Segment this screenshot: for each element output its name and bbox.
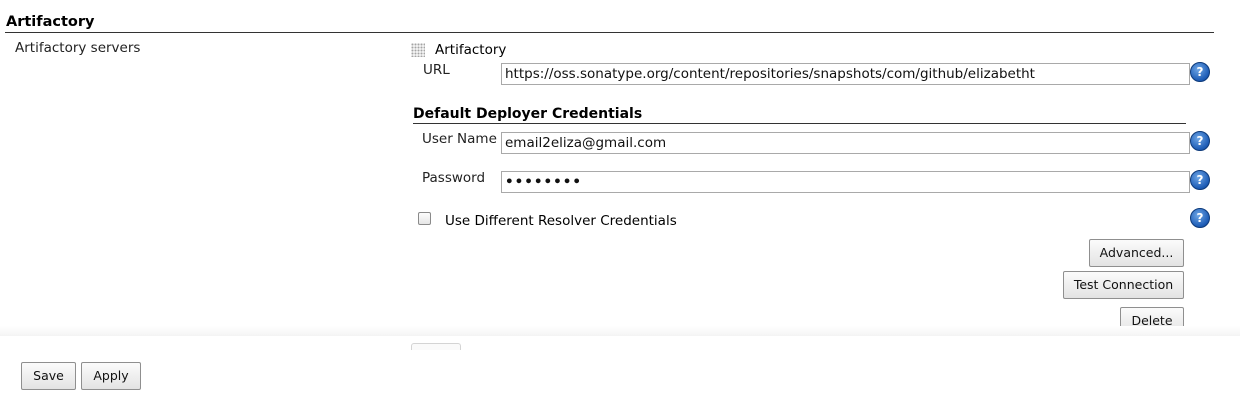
- artifactory-servers-label: Artifactory servers: [15, 40, 141, 56]
- help-icon[interactable]: ?: [1190, 62, 1210, 82]
- help-icon[interactable]: ?: [1190, 170, 1210, 190]
- apply-button[interactable]: Apply: [81, 362, 141, 390]
- section-divider: [5, 32, 1214, 33]
- password-label: Password: [422, 170, 486, 186]
- username-label: User Name: [422, 131, 497, 147]
- password-input[interactable]: ••••••••: [501, 171, 1190, 193]
- save-button[interactable]: Save: [21, 362, 76, 390]
- bottom-bar-shadow: [0, 326, 1240, 336]
- url-label: URL: [423, 62, 450, 78]
- deployer-credentials-heading: Default Deployer Credentials: [413, 106, 643, 122]
- drag-handle-icon[interactable]: [411, 43, 425, 57]
- server-block-title: Artifactory: [435, 42, 507, 58]
- test-connection-button[interactable]: Test Connection: [1063, 271, 1184, 299]
- deployer-credentials-divider: [413, 123, 1186, 124]
- help-icon[interactable]: ?: [1190, 131, 1210, 151]
- username-input[interactable]: email2eliza@gmail.com: [501, 132, 1190, 154]
- help-icon[interactable]: ?: [1190, 208, 1210, 228]
- resolver-credentials-checkbox[interactable]: [418, 212, 431, 225]
- section-title: Artifactory: [6, 14, 95, 30]
- advanced-button[interactable]: Advanced...: [1089, 239, 1184, 267]
- url-input[interactable]: https://oss.sonatype.org/content/reposit…: [501, 63, 1190, 85]
- resolver-credentials-label[interactable]: Use Different Resolver Credentials: [445, 213, 677, 229]
- add-server-button-stub[interactable]: [411, 343, 461, 350]
